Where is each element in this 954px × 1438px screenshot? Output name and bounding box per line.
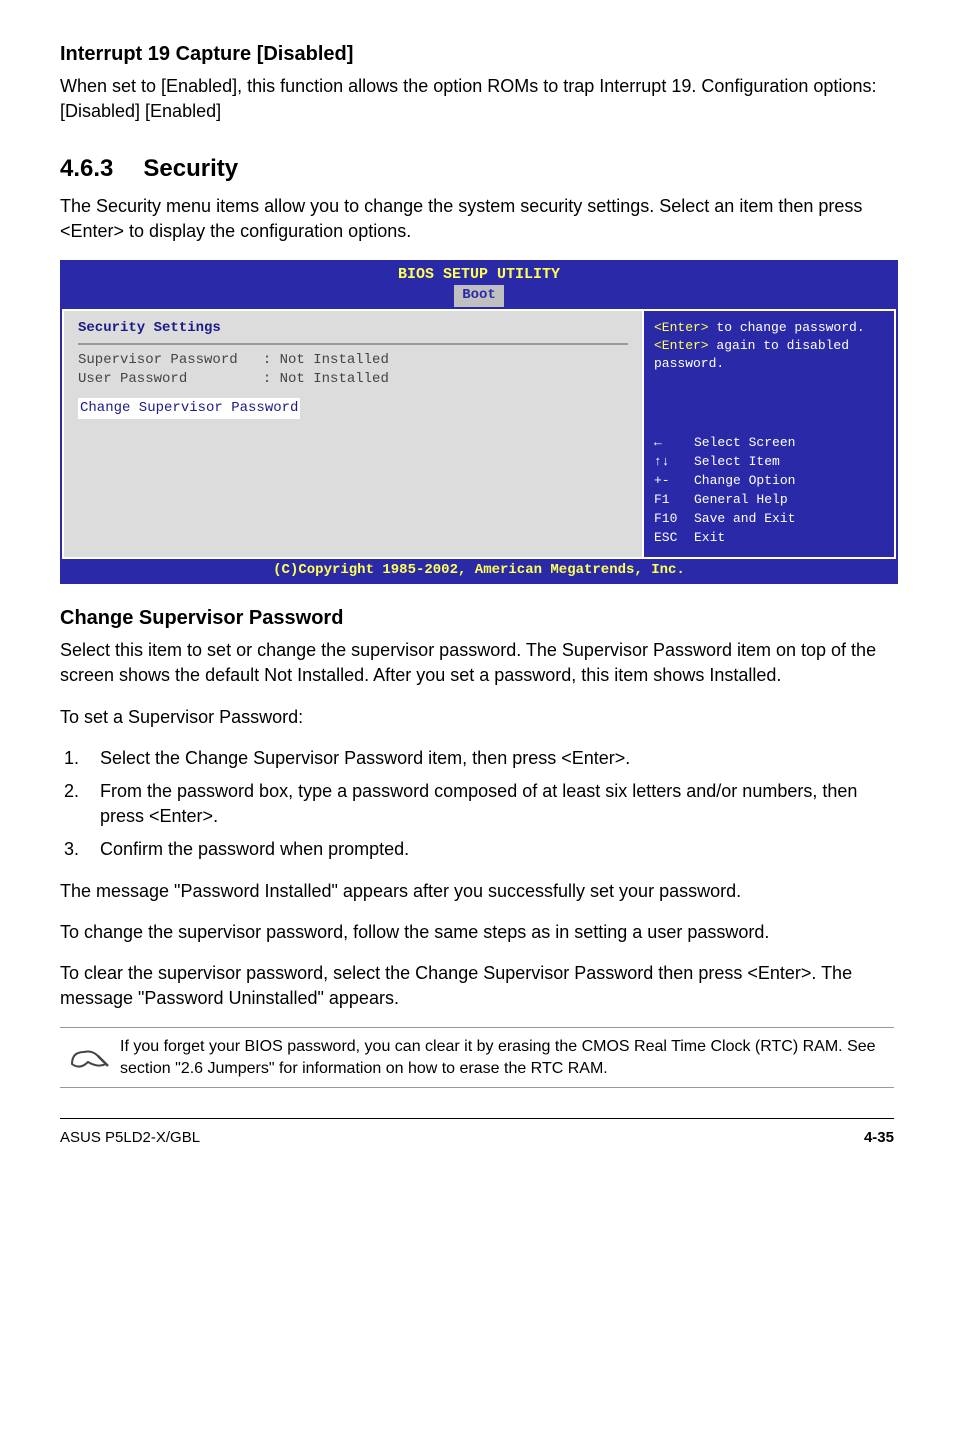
change-supervisor-password-heading: Change Supervisor Password [60,604,894,632]
footer-page-number: 4-35 [864,1127,894,1148]
bios-left-panel: Security Settings Supervisor Password : … [62,309,642,559]
step-2: From the password box, type a password c… [84,779,894,829]
nav-general-help: F1General Help [654,491,884,509]
section-number: 4.6.3 [60,152,113,186]
nav-exit: ESCExit [654,529,884,547]
section-heading: 4.6.3 Security [60,152,894,186]
step-3: Confirm the password when prompted. [84,837,894,862]
user-password-row: User Password : Not Installed [78,370,628,390]
help-text-1: to change password. [709,320,865,335]
steps-list: Select the Change Supervisor Password it… [60,746,894,863]
bios-copyright: (C)Copyright 1985-2002, American Megatre… [62,559,896,583]
nav-change-option: +-Change Option [654,472,884,490]
interrupt-title: Interrupt 19 Capture [Disabled] [60,40,894,68]
pw-installed-msg: The message "Password Installed" appears… [60,879,894,904]
change-supervisor-password-item: Change Supervisor Password [78,398,300,420]
bios-title: BIOS SETUP UTILITY [62,262,896,285]
enter-key-label: <Enter> [654,320,709,335]
clear-pw-msg: To clear the supervisor password, select… [60,961,894,1011]
step-1: Select the Change Supervisor Password it… [84,746,894,771]
change-pw-intro: Select this item to set or change the su… [60,638,894,688]
bios-nav-help: ←Select Screen ↑↓Select Item +-Change Op… [654,434,884,548]
page-footer: ASUS P5LD2-X/GBL 4-35 [60,1118,894,1148]
supervisor-password-row: Supervisor Password : Not Installed [78,351,628,371]
section-name: Security [143,155,238,182]
nav-save-exit: F10Save and Exit [654,510,884,528]
interrupt-desc: When set to [Enabled], this function all… [60,74,894,124]
nav-select-screen: ←Select Screen [654,434,884,452]
enter-key-label-2: <Enter> [654,338,709,353]
section-intro: The Security menu items allow you to cha… [60,194,894,244]
security-settings-heading: Security Settings [78,319,628,339]
bios-tabs: Boot [62,285,896,309]
bios-tab-boot: Boot [454,285,504,307]
footer-product: ASUS P5LD2-X/GBL [60,1127,200,1148]
note-block: If you forget your BIOS password, you ca… [60,1027,894,1088]
divider [78,343,628,345]
note-icon [60,1036,120,1078]
change-pw-lead: To set a Supervisor Password: [60,705,894,730]
note-text: If you forget your BIOS password, you ca… [120,1036,894,1079]
change-pw-same-steps: To change the supervisor password, follo… [60,920,894,945]
bios-right-panel: <Enter> to change password. <Enter> agai… [642,309,896,559]
nav-select-item: ↑↓Select Item [654,453,884,471]
bios-screenshot: BIOS SETUP UTILITY Boot Security Setting… [60,260,898,584]
bios-help-text: <Enter> to change password. <Enter> agai… [654,319,884,374]
